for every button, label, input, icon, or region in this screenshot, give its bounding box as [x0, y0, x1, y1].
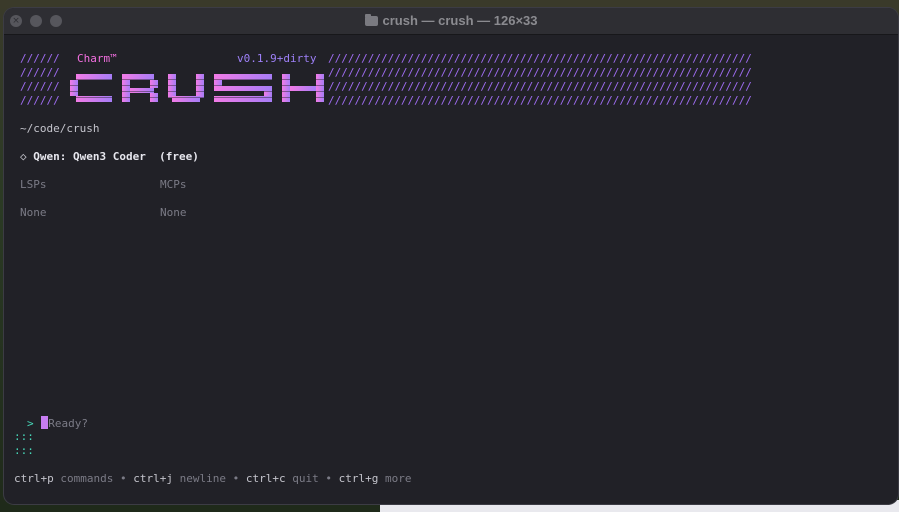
diamond-icon: ◇: [20, 150, 27, 163]
help-separator: •: [232, 472, 240, 485]
window-title: crush — crush — 126×33: [4, 13, 898, 28]
window-title-text: crush — crush — 126×33: [382, 13, 538, 28]
version-label: v0.1.9+dirty: [237, 52, 317, 65]
model-line: ◇ Qwen: Qwen3 Coder (free): [20, 150, 199, 164]
help-bar: ctrl+p commands • ctrl+j newline • ctrl+…: [14, 472, 411, 486]
logo-slashes-left-2: //////: [20, 66, 60, 79]
prompt-input[interactable]: > Ready?: [27, 416, 88, 431]
logo-slashes-right-2: ////////////////////////////////////////…: [328, 66, 752, 79]
help-key-newline: ctrl+j: [133, 472, 173, 485]
charm-label: Charm™: [77, 52, 117, 65]
logo-slashes-left-1: //////: [20, 52, 60, 65]
prompt-continuation-2: :::: [14, 444, 34, 457]
help-key-quit: ctrl+c: [245, 472, 286, 485]
help-separator: •: [325, 472, 332, 485]
mcps-label: MCPs: [160, 178, 187, 191]
model-name: Qwen: Qwen3 Coder: [33, 150, 146, 163]
logo-slashes-right-1: ////////////////////////////////////////…: [328, 52, 752, 65]
prompt-marker: >: [27, 417, 34, 430]
help-desc-commands: commands: [60, 472, 114, 485]
help-desc-newline: newline: [179, 472, 226, 485]
terminal-window: × crush — crush — 126×33 ////// ////// /…: [4, 8, 898, 504]
prompt-placeholder: Ready?: [48, 417, 88, 430]
lsps-value: None: [20, 206, 47, 219]
crush-logo-graphic: [70, 74, 328, 102]
help-separator: •: [119, 472, 127, 485]
help-desc-quit: quit: [292, 472, 319, 485]
terminal-content[interactable]: ////// ////// ////// ////// Charm™ v0.1.…: [4, 35, 898, 504]
logo-slashes-left-4: //////: [20, 94, 60, 107]
lsps-label: LSPs: [20, 178, 47, 191]
model-tier: (free): [159, 150, 199, 163]
current-directory: ~/code/crush: [20, 122, 100, 135]
mcps-value: None: [160, 206, 187, 219]
help-desc-more: more: [384, 472, 412, 485]
logo-slashes-right-4: ////////////////////////////////////////…: [328, 94, 752, 107]
prompt-continuation-1: :::: [14, 430, 34, 443]
logo-slashes-left-3: //////: [20, 80, 60, 93]
help-key-commands: ctrl+p: [14, 472, 54, 485]
crush-logo: [70, 70, 328, 106]
folder-icon: [364, 14, 378, 26]
logo-slashes-right-3: ////////////////////////////////////////…: [328, 80, 752, 93]
help-key-more: ctrl+g: [338, 472, 379, 485]
window-titlebar[interactable]: × crush — crush — 126×33: [4, 8, 898, 35]
